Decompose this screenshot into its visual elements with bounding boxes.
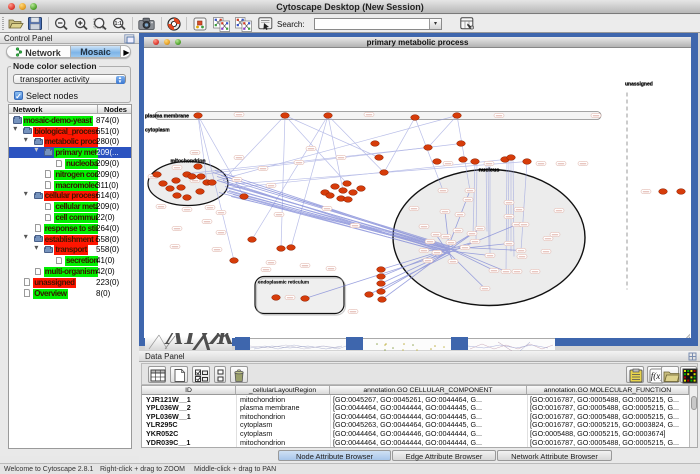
svg-text:endoplasmic reticulum: endoplasmic reticulum [258,279,309,284]
svg-text:cytoplasm: cytoplasm [145,127,170,133]
svg-text:unassigned: unassigned [625,81,653,87]
svg-text:plasma membrane: plasma membrane [145,113,189,119]
svg-text:nucleus: nucleus [479,167,500,173]
svg-text:1:1: 1:1 [115,21,122,27]
svg-text:mitochondrion: mitochondrion [171,158,206,164]
